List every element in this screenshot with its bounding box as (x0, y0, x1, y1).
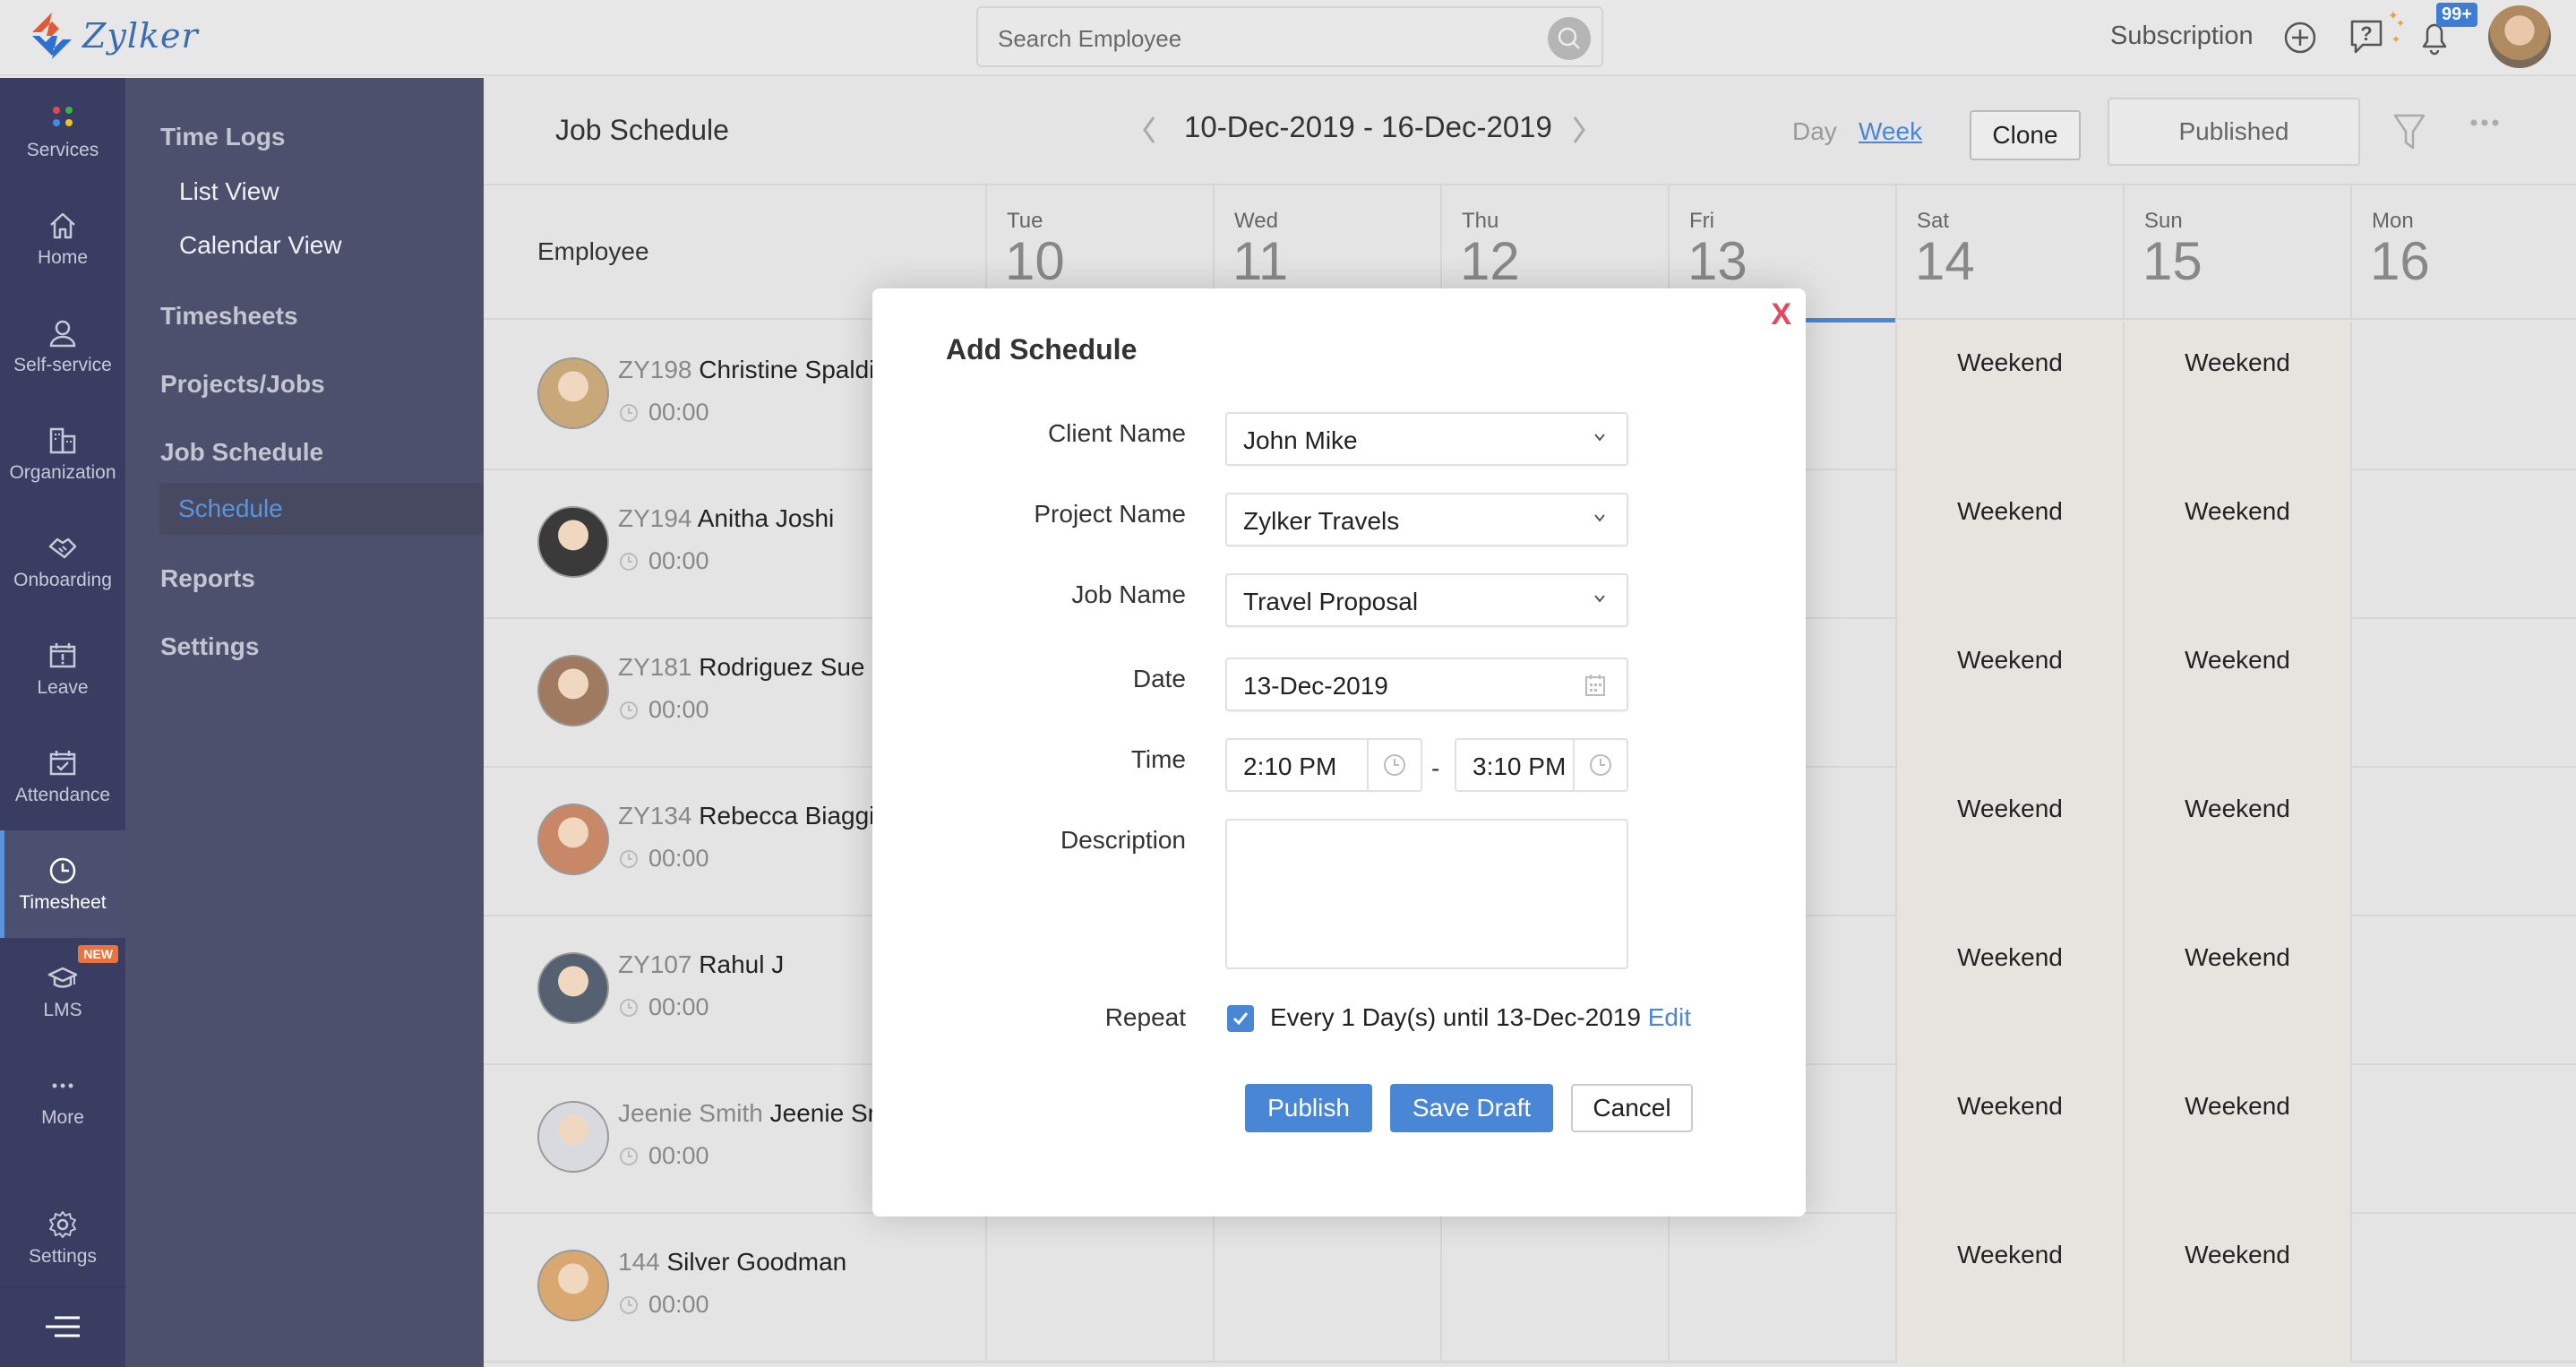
clock-icon (1384, 754, 1405, 776)
date-label: Date (1132, 665, 1186, 692)
client-name-select[interactable]: John Mike (1225, 412, 1628, 466)
start-time-input[interactable]: 2:10 PM (1225, 738, 1422, 792)
publish-button[interactable]: Publish (1245, 1084, 1372, 1132)
clock-icon (1590, 754, 1611, 776)
dialog-title: Add Schedule (946, 333, 1138, 365)
chevron-down-icon (1594, 434, 1605, 442)
date-value: 13-Dec-2019 (1243, 672, 1388, 700)
chevron-down-icon (1594, 514, 1605, 522)
start-time-value: 2:10 PM (1243, 752, 1337, 780)
job-name-value: Travel Proposal (1243, 588, 1419, 615)
description-label: Description (1060, 826, 1186, 854)
checkmark-icon (1232, 1012, 1249, 1026)
repeat-label: Repeat (1104, 1003, 1186, 1031)
end-time-input[interactable]: 3:10 PM (1455, 738, 1628, 792)
job-name-select[interactable]: Travel Proposal (1225, 573, 1628, 627)
repeat-text: Every 1 Day(s) until 13-Dec-2019 (1270, 1003, 1641, 1031)
close-icon[interactable]: X (1771, 297, 1791, 332)
description-textarea[interactable] (1225, 819, 1628, 969)
chevron-down-icon (1594, 595, 1605, 603)
end-time-picker[interactable] (1573, 740, 1627, 790)
project-name-value: Zylker Travels (1243, 507, 1400, 535)
end-time-value: 3:10 PM (1473, 752, 1567, 780)
repeat-edit-link[interactable]: Edit (1648, 1003, 1691, 1031)
client-name-value: John Mike (1243, 426, 1358, 454)
client-name-label: Client Name (1047, 419, 1186, 447)
project-name-label: Project Name (1034, 500, 1186, 528)
calendar-icon[interactable] (1582, 672, 1609, 699)
modal-overlay: X Add Schedule Client Name John Mike Pro… (0, 0, 2576, 1367)
start-time-picker[interactable] (1367, 740, 1421, 790)
time-label: Time (1130, 745, 1186, 773)
project-name-select[interactable]: Zylker Travels (1225, 493, 1628, 546)
time-separator: - (1431, 754, 1440, 782)
job-name-label: Job Name (1071, 580, 1186, 608)
cancel-button[interactable]: Cancel (1571, 1084, 1693, 1132)
repeat-summary: Every 1 Day(s) until 13-Dec-2019 Edit (1270, 1003, 1691, 1032)
repeat-checkbox[interactable] (1227, 1005, 1254, 1032)
save-draft-button[interactable]: Save Draft (1390, 1084, 1553, 1132)
add-schedule-dialog: X Add Schedule Client Name John Mike Pro… (872, 288, 1806, 1217)
date-input[interactable]: 13-Dec-2019 (1225, 658, 1628, 711)
